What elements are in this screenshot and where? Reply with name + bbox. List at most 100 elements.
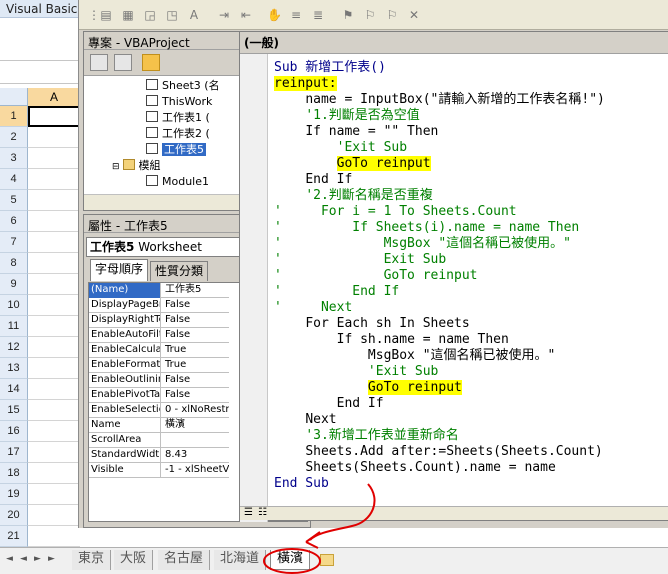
property-row[interactable]: (Name) 工作表5 [89, 283, 229, 298]
outdent-icon[interactable]: ⇤ [239, 8, 253, 22]
cell[interactable] [28, 484, 80, 505]
row-header[interactable]: 2 [0, 127, 28, 148]
list-constants-icon[interactable]: ▦ [121, 8, 135, 22]
property-value[interactable] [163, 433, 229, 448]
previous-sheet-icon[interactable]: ◄ [20, 554, 27, 564]
code-line[interactable]: '3.新增工作表並重新命名 [274, 428, 458, 444]
property-row[interactable]: EnableAutoFilt False [89, 328, 229, 343]
code-line[interactable]: GoTo reinput [274, 156, 431, 172]
property-value[interactable]: False [163, 313, 229, 328]
next-sheet-icon[interactable]: ► [34, 554, 41, 564]
list-properties-icon[interactable]: ▤ [99, 8, 113, 22]
row-header[interactable]: 13 [0, 358, 28, 379]
last-sheet-icon[interactable]: ► [48, 554, 55, 564]
row-header[interactable]: 17 [0, 442, 28, 463]
property-row[interactable]: DisplayRightTc False [89, 313, 229, 328]
property-row[interactable]: Name 橫濱 [89, 418, 229, 433]
code-line[interactable]: 'Exit Sub [274, 364, 438, 380]
tab-categorized[interactable]: 性質分類 [150, 261, 209, 281]
cell[interactable] [28, 295, 80, 316]
cell[interactable] [28, 463, 80, 484]
indent-icon[interactable]: ⇥ [217, 8, 231, 22]
clear-bookmarks-icon[interactable]: ✕ [407, 8, 421, 22]
cell[interactable] [28, 337, 80, 358]
code-line[interactable]: '2.判斷名稱是否重複 [274, 188, 432, 204]
cell[interactable] [28, 505, 80, 526]
row-header[interactable]: 6 [0, 211, 28, 232]
code-line[interactable]: name = InputBox("請輸入新增的工作表名稱!") [274, 92, 605, 108]
cell[interactable] [28, 421, 80, 442]
sheet-tab[interactable]: 大阪 [114, 550, 154, 570]
tree-item-sheet3[interactable]: Sheet3 (名 [146, 78, 220, 94]
code-line[interactable]: ' MsgBox "這個名稱已被使用。" [274, 236, 571, 252]
property-row[interactable]: StandardWidth 8.43 [89, 448, 229, 463]
cell[interactable] [28, 127, 80, 148]
code-line[interactable]: GoTo reinput [274, 380, 462, 396]
tree-item-sheet1[interactable]: 工作表1 ( [146, 110, 210, 126]
property-value[interactable]: -1 - xlSheetV [163, 463, 229, 478]
property-row[interactable]: EnableFormatC True [89, 358, 229, 373]
property-row[interactable]: EnableCalculat True [89, 343, 229, 358]
code-line[interactable]: Next [274, 412, 336, 428]
code-line[interactable]: End Sub [274, 476, 329, 492]
sheet-tab[interactable]: 東京 [72, 550, 112, 570]
view-code-icon[interactable] [90, 54, 108, 71]
sheet-tab[interactable]: 橫濱 [270, 550, 311, 570]
code-line[interactable]: End If [274, 396, 384, 412]
row-header[interactable]: 10 [0, 295, 28, 316]
full-module-view-icon[interactable]: ☷ [258, 507, 267, 518]
cell[interactable] [28, 274, 80, 295]
code-line[interactable]: ' Next [274, 300, 352, 316]
cell[interactable] [28, 211, 80, 232]
code-line[interactable]: ' If Sheets(i).name = name Then [274, 220, 579, 236]
row-header[interactable]: 19 [0, 484, 28, 505]
row-header[interactable]: 5 [0, 190, 28, 211]
code-line[interactable]: reinput: [274, 76, 337, 92]
code-line[interactable]: Sheets.Add after:=Sheets(Sheets.Count) [274, 444, 602, 460]
select-all-corner[interactable] [0, 88, 28, 106]
code-line[interactable]: If sh.name = name Then [274, 332, 509, 348]
tree-item-sheet2[interactable]: 工作表2 ( [146, 126, 210, 142]
code-line[interactable]: End If [274, 172, 352, 188]
cell[interactable] [28, 148, 80, 169]
property-value[interactable]: False [163, 388, 229, 403]
toggle-bookmark-icon[interactable]: ⚑ [341, 8, 355, 22]
margin-indicator-bar[interactable] [240, 54, 268, 522]
row-header[interactable]: 11 [0, 316, 28, 337]
row-header[interactable]: 8 [0, 253, 28, 274]
row-header[interactable]: 15 [0, 400, 28, 421]
row-header[interactable]: 14 [0, 379, 28, 400]
property-value[interactable]: 橫濱 [163, 418, 229, 433]
code-line[interactable]: ' End If [274, 284, 399, 300]
property-row[interactable]: ScrollArea [89, 433, 229, 448]
row-header[interactable]: 18 [0, 463, 28, 484]
code-line[interactable]: '1.判斷是否為空值 [274, 108, 419, 124]
tree-item-modules-folder[interactable]: ⊟ 模組 [112, 158, 161, 174]
cell[interactable] [28, 358, 80, 379]
property-row[interactable]: EnablePivotTa False [89, 388, 229, 403]
quick-info-icon[interactable]: ◲ [143, 8, 157, 22]
comment-block-icon[interactable]: ≡ [289, 8, 303, 22]
property-row[interactable]: EnableOutlinin False [89, 373, 229, 388]
row-header[interactable]: 20 [0, 505, 28, 526]
collapse-icon[interactable]: ⊟ [112, 162, 120, 172]
property-value[interactable]: False [163, 373, 229, 388]
code-editor[interactable]: Sub 新增工作表() reinput: name = InputBox("請輸入… [240, 54, 668, 522]
insert-worksheet-icon[interactable] [320, 554, 334, 566]
code-line[interactable]: 'Exit Sub [274, 140, 407, 156]
code-line[interactable]: Sheets(Sheets.Count).name = name [274, 460, 555, 476]
tab-alphabetic[interactable]: 字母順序 [90, 259, 149, 281]
sheet-tab[interactable]: 名古屋 [158, 550, 211, 570]
view-object-icon[interactable] [114, 54, 132, 71]
code-line[interactable]: ' GoTo reinput [274, 268, 478, 284]
cell[interactable] [28, 316, 80, 337]
property-value[interactable]: 工作表5 [163, 283, 229, 298]
procedure-view-icon[interactable]: ☰ [244, 507, 253, 518]
cell[interactable] [28, 379, 80, 400]
toggle-breakpoint-icon[interactable]: ✋ [267, 8, 282, 22]
row-header[interactable]: 3 [0, 148, 28, 169]
row-header[interactable]: 16 [0, 421, 28, 442]
cell[interactable] [28, 190, 80, 211]
toggle-folders-icon[interactable] [142, 54, 160, 71]
property-row[interactable]: DisplayPageBr False [89, 298, 229, 313]
